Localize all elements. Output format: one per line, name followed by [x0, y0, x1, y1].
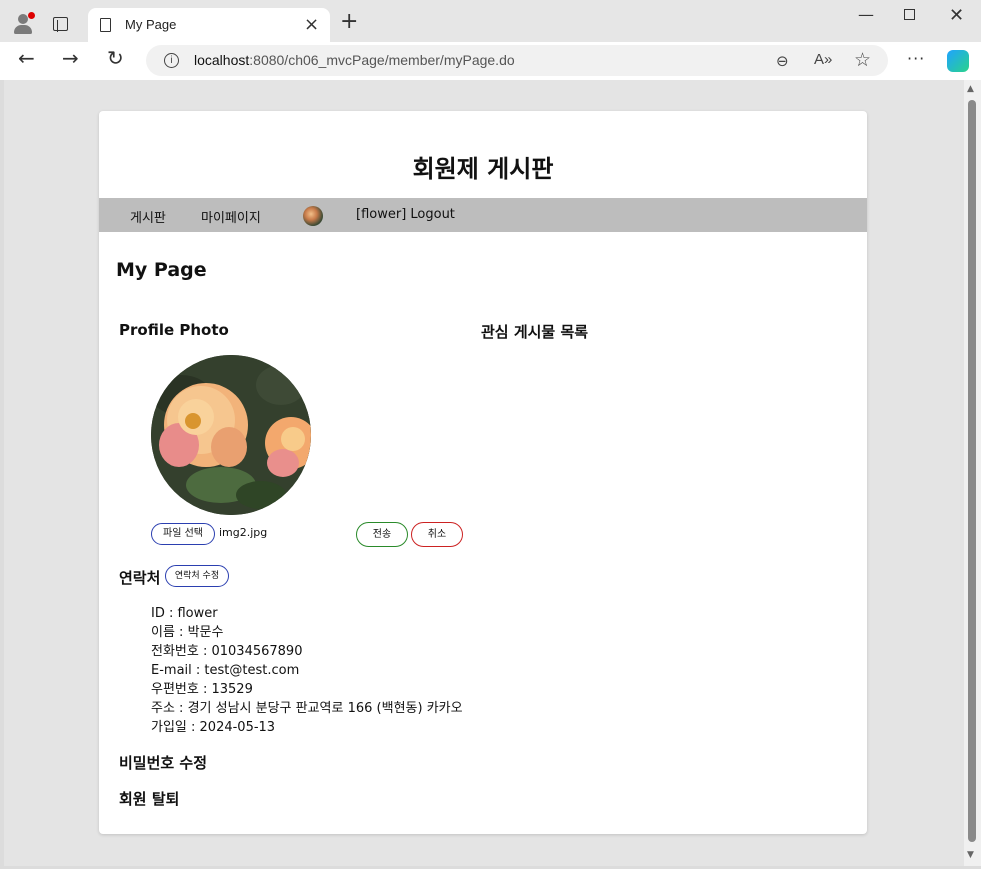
profile-photo [151, 355, 311, 515]
browser-titlebar: My Page × + — ✕ [0, 0, 981, 42]
url-text[interactable]: localhost:8080/ch06_mvcPage/member/myPag… [194, 52, 515, 68]
file-select-button[interactable]: 파일 선택 [151, 523, 215, 545]
menu-mypage-link[interactable]: 마이페이지 [201, 207, 261, 226]
forward-arrow-icon[interactable]: → [62, 48, 79, 68]
info-icon[interactable]: i [164, 53, 179, 68]
withdraw-link[interactable]: 회원 탈퇴 [119, 788, 179, 809]
tab-title: My Page [125, 17, 177, 32]
profile-icon[interactable] [12, 12, 35, 34]
star-icon[interactable]: ☆ [854, 49, 871, 71]
favorites-heading: 관심 게시물 목록 [481, 323, 589, 341]
upload-submit-button[interactable]: 전송 [356, 522, 408, 547]
info-zipcode: 우편번호 : 13529 [151, 682, 253, 697]
avatar [303, 206, 323, 226]
minimize-icon[interactable]: — [858, 5, 874, 24]
selected-file-name: img2.jpg [219, 526, 268, 539]
edit-contact-button[interactable]: 연락처 수정 [165, 565, 229, 587]
page-container: 회원제 게시판 게시판 마이페이지 [flower] Logout My Pag… [99, 111, 867, 834]
logout-link[interactable]: [flower] Logout [356, 207, 455, 222]
page-icon [100, 18, 111, 32]
close-icon[interactable]: × [304, 14, 319, 35]
scroll-down-icon[interactable]: ▼ [967, 850, 974, 860]
read-aloud-icon[interactable]: A» [814, 51, 832, 68]
contact-heading: 연락처 [119, 569, 161, 587]
address-bar[interactable]: i localhost:8080/ch06_mvcPage/member/myP… [146, 45, 888, 76]
browser-toolbar: ← → ↻ i localhost:8080/ch06_mvcPage/memb… [0, 42, 981, 80]
maximize-icon[interactable] [904, 9, 915, 20]
tab-actions-icon[interactable] [53, 17, 68, 32]
menu-board-link[interactable]: 게시판 [130, 207, 166, 226]
zoom-icon[interactable]: ⊖ [776, 52, 789, 70]
plus-icon[interactable]: + [340, 11, 358, 33]
scroll-thumb[interactable] [968, 100, 976, 842]
member-info-list: ID : flower 이름 : 박문수 전화번호 : 01034567890 … [151, 604, 463, 737]
main-menu: 게시판 마이페이지 [flower] Logout [99, 198, 867, 232]
info-address: 주소 : 경기 성남시 분당구 판교역로 166 (백현동) 카카오 [151, 701, 463, 716]
url-path: :8080/ch06_mvcPage/member/myPage.do [249, 52, 515, 68]
info-phone: 전화번호 : 01034567890 [151, 644, 303, 659]
back-arrow-icon[interactable]: ← [18, 48, 35, 68]
info-name: 이름 : 박문수 [151, 625, 224, 640]
upload-cancel-button[interactable]: 취소 [411, 522, 463, 547]
url-host: localhost [194, 52, 250, 68]
page-viewport: 회원제 게시판 게시판 마이페이지 [flower] Logout My Pag… [4, 80, 981, 866]
page-title: My Page [116, 259, 207, 281]
more-icon[interactable]: ··· [907, 49, 925, 68]
reload-icon[interactable]: ↻ [107, 48, 124, 68]
site-title: 회원제 게시판 [412, 155, 554, 183]
profile-photo-heading: Profile Photo [119, 321, 229, 339]
vertical-scrollbar[interactable]: ▲ ▼ [964, 80, 981, 866]
info-joined: 가입일 : 2024-05-13 [151, 720, 276, 735]
copilot-icon[interactable] [947, 50, 969, 72]
info-email: E-mail : test@test.com [151, 663, 300, 678]
close-window-icon[interactable]: ✕ [949, 5, 964, 26]
scroll-up-icon[interactable]: ▲ [967, 84, 974, 94]
info-id: ID : flower [151, 606, 218, 621]
browser-tab[interactable]: My Page × [88, 8, 330, 42]
change-password-link[interactable]: 비밀번호 수정 [119, 752, 207, 773]
